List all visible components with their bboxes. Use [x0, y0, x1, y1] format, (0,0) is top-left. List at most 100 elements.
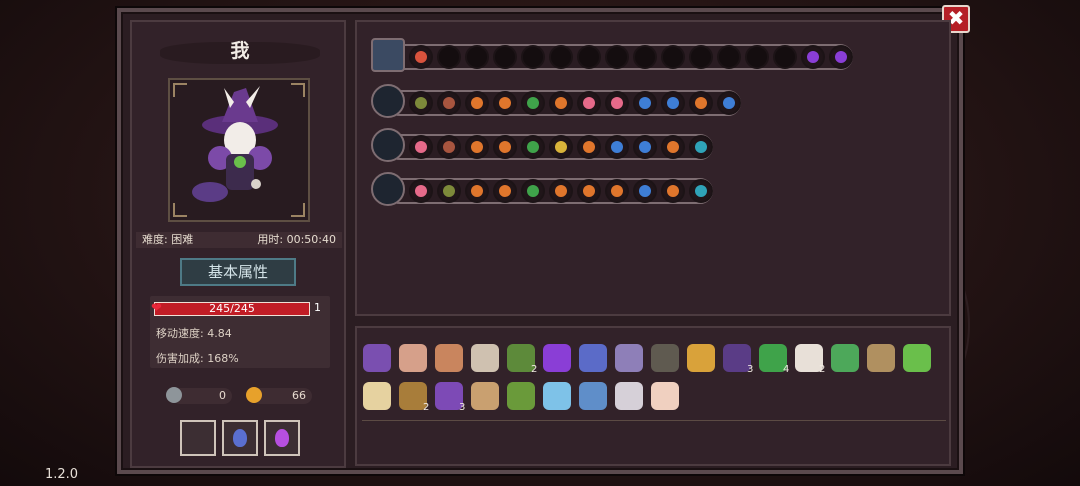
flower-item-icon[interactable] — [831, 344, 859, 372]
tab-basic-attributes[interactable]: 基本属性 — [180, 258, 296, 286]
staff-icon[interactable] — [371, 84, 405, 118]
skill-orb[interactable] — [577, 45, 601, 69]
sprout-item-icon[interactable] — [903, 344, 931, 372]
character-info-panel: 我 难度: 困难 用时: 00:50:40 基本属性 245/245 ❤ 1 移… — [130, 20, 346, 468]
meat-item-icon[interactable] — [399, 344, 427, 372]
coin-icon — [246, 387, 262, 403]
skill-orb[interactable] — [577, 179, 601, 203]
skill-orb[interactable] — [437, 135, 461, 159]
magnifier-item-icon[interactable] — [579, 382, 607, 410]
item-count: 2 — [531, 364, 538, 375]
witch-character-icon — [192, 86, 278, 202]
heart-icon: ❤ — [151, 301, 162, 316]
keys-value: 0 — [219, 389, 226, 402]
skill-orb[interactable] — [521, 179, 545, 203]
skill-orb[interactable] — [493, 91, 517, 115]
glove-item-icon[interactable] — [579, 344, 607, 372]
skill-orb[interactable] — [577, 135, 601, 159]
skill-orb[interactable] — [661, 91, 685, 115]
hp-level: 1 — [314, 301, 321, 314]
item-count: 2 — [819, 364, 826, 375]
skill-orb[interactable] — [549, 135, 573, 159]
horn-item-icon[interactable] — [471, 344, 499, 372]
move-speed-stat: 移动速度: 4.84 — [156, 327, 232, 340]
skill-orb[interactable] — [633, 135, 657, 159]
consumable-slot-purple-potion[interactable] — [264, 420, 300, 456]
skill-orb[interactable] — [577, 91, 601, 115]
goblet-item-icon[interactable] — [687, 344, 715, 372]
skill-orb[interactable] — [717, 91, 741, 115]
skill-orb[interactable] — [633, 91, 657, 115]
skill-orb[interactable] — [745, 45, 769, 69]
item-count: 3 — [747, 364, 754, 375]
gem-item-icon[interactable] — [615, 382, 643, 410]
skill-orb[interactable] — [549, 91, 573, 115]
skill-orb[interactable] — [605, 91, 629, 115]
skill-orb[interactable] — [521, 135, 545, 159]
skill-orb[interactable] — [409, 135, 433, 159]
character-portrait — [168, 78, 310, 222]
doll-item-icon[interactable] — [867, 344, 895, 372]
cloak-item-icon[interactable] — [651, 344, 679, 372]
skill-orb[interactable] — [829, 45, 853, 69]
skill-orb[interactable] — [689, 91, 713, 115]
time-label: 用时: 00:50:40 — [257, 233, 336, 246]
skill-orb[interactable] — [437, 179, 461, 203]
skill-orb[interactable] — [437, 91, 461, 115]
skill-orb[interactable] — [605, 135, 629, 159]
shield-item-icon[interactable] — [543, 344, 571, 372]
skill-orb[interactable] — [661, 179, 685, 203]
skill-orb[interactable] — [493, 45, 517, 69]
skull-item-icon[interactable] — [507, 382, 535, 410]
hourglass-item-icon[interactable] — [471, 382, 499, 410]
skill-orb[interactable] — [493, 179, 517, 203]
skill-orb[interactable] — [465, 135, 489, 159]
items-panel: 2 3 4 2 2 3 — [355, 326, 951, 466]
skill-orb[interactable] — [409, 45, 433, 69]
item-count: 2 — [423, 402, 430, 413]
skill-orb[interactable] — [689, 45, 713, 69]
skill-orb[interactable] — [801, 45, 825, 69]
skill-orb[interactable] — [689, 179, 713, 203]
crystal-item-icon[interactable] — [543, 382, 571, 410]
player-name: 我 — [230, 40, 250, 62]
wand-icon[interactable] — [371, 128, 405, 162]
skill-orb[interactable] — [549, 45, 573, 69]
damage-bonus-stat: 伤害加成: 168% — [156, 352, 239, 365]
feather-item-icon[interactable] — [651, 382, 679, 410]
skill-orb[interactable] — [409, 179, 433, 203]
purple-potion-icon — [275, 429, 289, 447]
dagger-item-icon[interactable] — [615, 344, 643, 372]
skill-orb[interactable] — [521, 45, 545, 69]
chest-icon[interactable] — [371, 38, 405, 72]
skill-orb[interactable] — [549, 179, 573, 203]
bouquet-icon[interactable] — [371, 172, 405, 206]
version-label: 1.2.0 — [45, 467, 79, 482]
coins-counter: 66 — [246, 387, 312, 404]
skill-orb[interactable] — [717, 45, 741, 69]
difficulty-label: 难度: 困难 — [142, 233, 194, 246]
items-divider — [362, 420, 946, 421]
skill-orb[interactable] — [633, 179, 657, 203]
coins-value: 66 — [292, 389, 306, 402]
egg-item-icon[interactable] — [435, 344, 463, 372]
skill-orb[interactable] — [409, 91, 433, 115]
skill-orb[interactable] — [661, 45, 685, 69]
skill-orb[interactable] — [521, 91, 545, 115]
skill-orb[interactable] — [773, 45, 797, 69]
skill-orb[interactable] — [605, 45, 629, 69]
hair-item-icon[interactable] — [363, 344, 391, 372]
skills-panel — [355, 20, 951, 316]
consumable-slot-empty[interactable] — [180, 420, 216, 456]
skill-orb[interactable] — [689, 135, 713, 159]
skill-orb[interactable] — [465, 45, 489, 69]
skill-orb[interactable] — [605, 179, 629, 203]
consumable-slot-blue-potion[interactable] — [222, 420, 258, 456]
skill-orb[interactable] — [493, 135, 517, 159]
skill-orb[interactable] — [465, 91, 489, 115]
skill-orb[interactable] — [437, 45, 461, 69]
skill-orb[interactable] — [633, 45, 657, 69]
skill-orb[interactable] — [465, 179, 489, 203]
bun-item-icon[interactable] — [363, 382, 391, 410]
skill-orb[interactable] — [661, 135, 685, 159]
